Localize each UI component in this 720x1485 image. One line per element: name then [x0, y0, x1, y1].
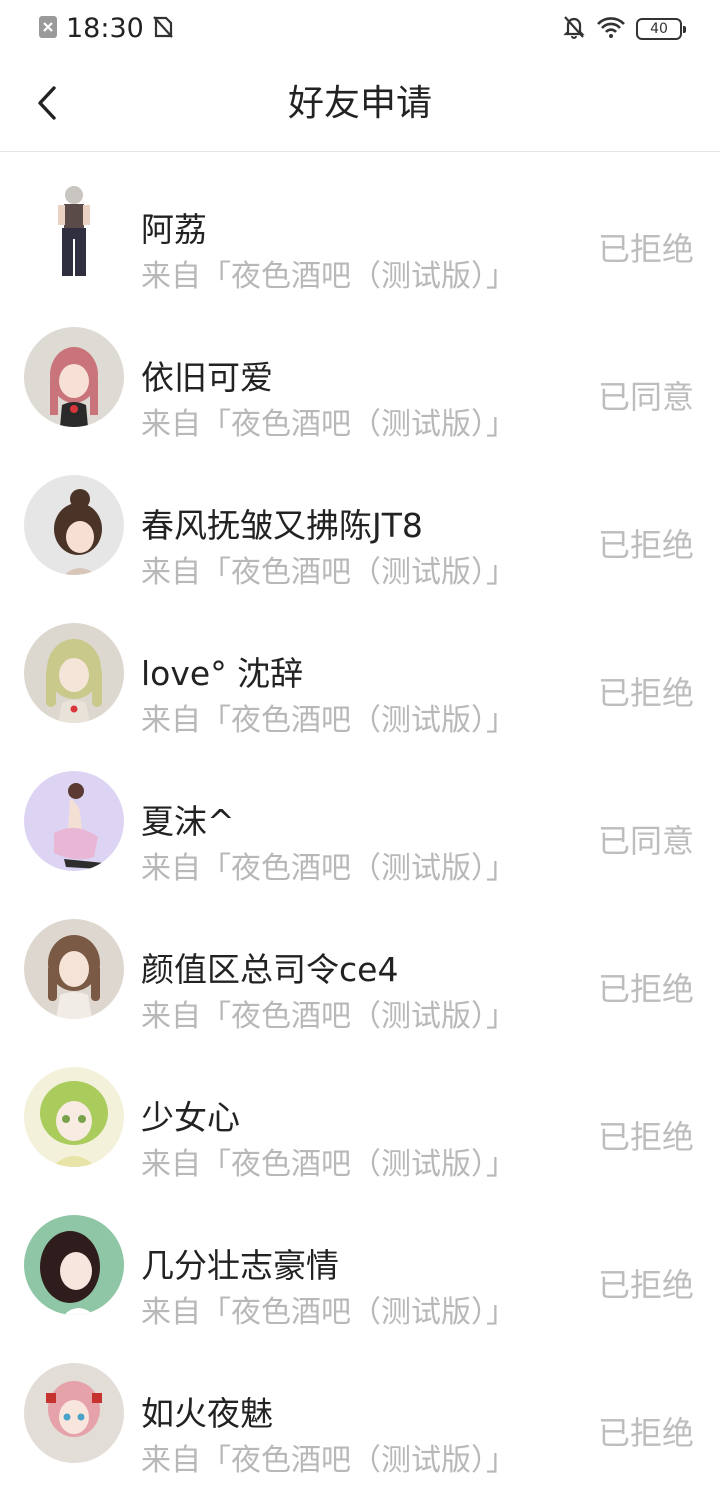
- request-source: 来自「夜色酒吧（测试版）」: [141, 1295, 516, 1330]
- requester-name: 如火夜魅: [141, 1394, 273, 1433]
- request-status: 已拒绝: [597, 1118, 694, 1156]
- status-left: 18:30: [38, 14, 174, 44]
- requester-name: 夏沫^: [141, 802, 235, 841]
- status-bar: 18:30 40: [0, 0, 720, 58]
- avatar: [24, 1215, 124, 1315]
- avatar: [24, 771, 124, 871]
- list-item[interactable]: 依旧可爱 来自「夜色酒吧（测试版）」 已同意: [0, 301, 720, 449]
- avatar: [24, 475, 124, 575]
- close-notification-icon: [38, 15, 58, 43]
- request-source: 来自「夜色酒吧（测试版）」: [141, 407, 516, 442]
- avatar: [24, 1067, 124, 1167]
- requester-name: 阿荔: [141, 210, 207, 249]
- request-source: 来自「夜色酒吧（测试版）」: [141, 1147, 516, 1182]
- requester-name: love° 沈辞: [141, 654, 304, 693]
- no-sim-icon: [152, 15, 174, 43]
- list-item[interactable]: 如火夜魅 来自「夜色酒吧（测试版）」 已拒绝: [0, 1337, 720, 1485]
- avatar: [24, 919, 124, 1019]
- request-source: 来自「夜色酒吧（测试版）」: [141, 259, 516, 294]
- request-status: 已拒绝: [597, 674, 694, 712]
- list-item[interactable]: 夏沫^ 来自「夜色酒吧（测试版）」 已同意: [0, 745, 720, 893]
- request-status: 已同意: [597, 378, 694, 416]
- list-item[interactable]: love° 沈辞 来自「夜色酒吧（测试版）」 已拒绝: [0, 597, 720, 745]
- request-status: 已拒绝: [597, 1414, 694, 1452]
- request-source: 来自「夜色酒吧（测试版）」: [141, 999, 516, 1034]
- request-source: 来自「夜色酒吧（测试版）」: [141, 703, 516, 738]
- request-source: 来自「夜色酒吧（测试版）」: [141, 555, 516, 590]
- status-right: 40: [562, 14, 686, 44]
- avatar: [24, 1363, 124, 1463]
- request-source: 来自「夜色酒吧（测试版）」: [141, 1443, 516, 1478]
- list-item[interactable]: 少女心 来自「夜色酒吧（测试版）」 已拒绝: [0, 1041, 720, 1189]
- battery-icon: 40: [636, 18, 686, 40]
- battery-level: 40: [650, 21, 668, 37]
- status-time: 18:30: [66, 13, 144, 44]
- requester-name: 依旧可爱: [141, 358, 273, 397]
- request-status: 已拒绝: [597, 970, 694, 1008]
- page-title: 好友申请: [287, 83, 432, 124]
- avatar: [24, 623, 124, 723]
- avatar: [24, 179, 124, 279]
- requester-name: 颜值区总司令ce4: [141, 950, 399, 989]
- avatar: [24, 327, 124, 427]
- request-status: 已同意: [597, 822, 694, 860]
- request-status: 已拒绝: [597, 230, 694, 268]
- list-item[interactable]: 几分壮志豪情 来自「夜色酒吧（测试版）」 已拒绝: [0, 1189, 720, 1337]
- wifi-icon: [596, 15, 626, 43]
- list-item[interactable]: 阿荔 来自「夜色酒吧（测试版）」 已拒绝: [0, 153, 720, 301]
- requester-name: 春风抚皱又拂陈JT8: [141, 506, 423, 545]
- list-item[interactable]: 颜值区总司令ce4 来自「夜色酒吧（测试版）」 已拒绝: [0, 893, 720, 1041]
- request-source: 来自「夜色酒吧（测试版）」: [141, 851, 516, 886]
- request-status: 已拒绝: [597, 1266, 694, 1304]
- nav-bar: 好友申请: [0, 58, 720, 152]
- request-status: 已拒绝: [597, 526, 694, 564]
- requester-name: 少女心: [141, 1098, 240, 1137]
- mute-bell-icon: [562, 14, 586, 44]
- friend-request-list: 阿荔 来自「夜色酒吧（测试版）」 已拒绝 依旧可爱 来自「夜色酒吧（测试版）」 …: [0, 153, 720, 1485]
- requester-name: 几分壮志豪情: [141, 1246, 339, 1285]
- list-item[interactable]: 春风抚皱又拂陈JT8 来自「夜色酒吧（测试版）」 已拒绝: [0, 449, 720, 597]
